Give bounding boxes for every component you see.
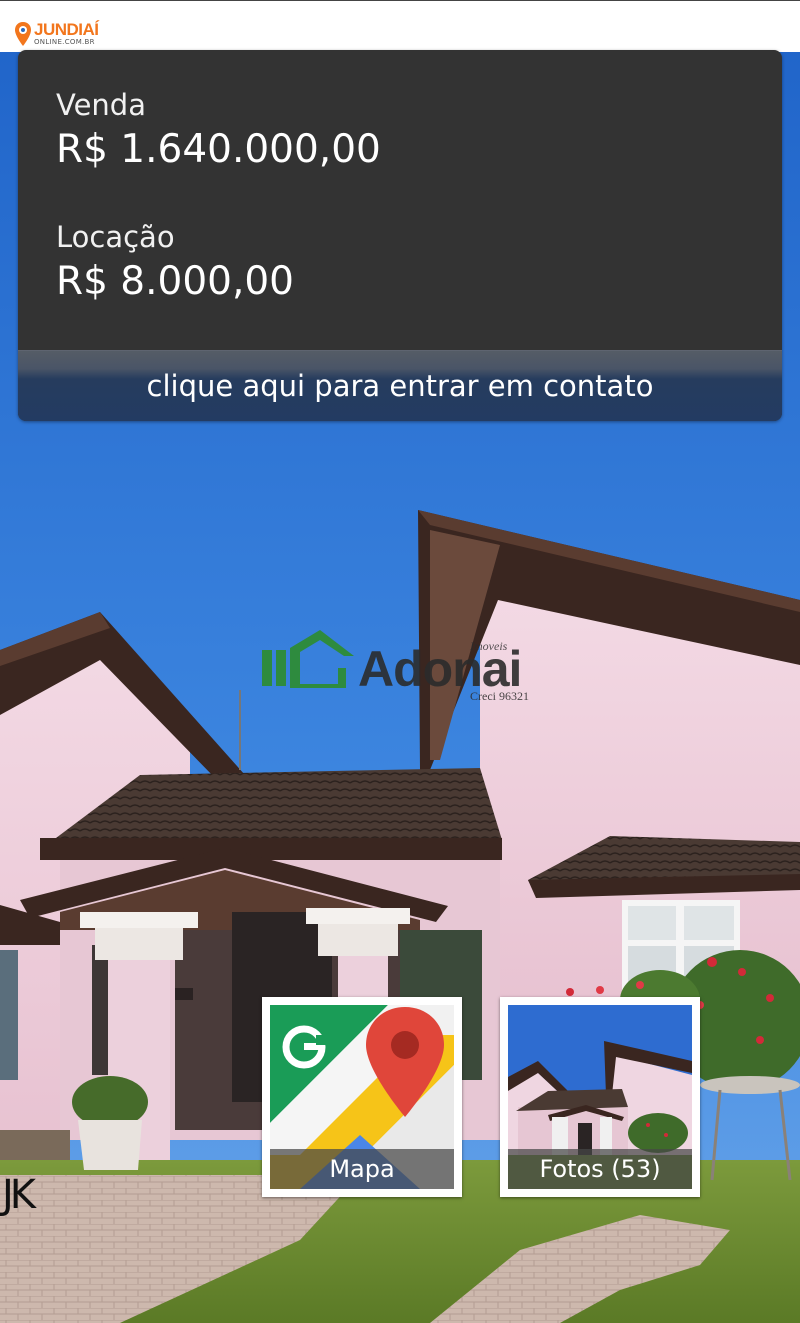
location-pin-icon [15,22,31,46]
agency-watermark: Adonai Imoveis Creci 96321 [262,628,542,708]
watermark-subtitle: Imoveis [469,639,508,653]
map-caption: Mapa [270,1149,454,1189]
sale-label: Venda [56,88,146,122]
contact-label: clique aqui para entrar em contato [146,369,654,403]
site-domain: ONLINE.COM.BR [34,38,95,46]
photos-caption: Fotos (53) [508,1149,692,1189]
contact-button[interactable]: clique aqui para entrar em contato [18,350,782,421]
rent-label: Locação [56,220,175,254]
watermark-creci: Creci 96321 [470,689,529,703]
photos-label: Fotos (53) [539,1155,661,1183]
price-card: Venda R$ 1.640.000,00 Locação R$ 8.000,0… [18,50,782,421]
rent-price: R$ 8.000,00 [56,259,294,304]
rent-price-block: Locação R$ 8.000,00 [56,220,294,304]
sale-price-block: Venda R$ 1.640.000,00 [56,88,381,172]
photos-tile[interactable]: Fotos (53) [500,997,700,1197]
map-label: Mapa [329,1155,395,1183]
top-bar: JUNDIAÍ ONLINE.COM.BR [0,0,800,52]
site-logo[interactable]: JUNDIAÍ ONLINE.COM.BR [14,21,99,47]
house-logo-icon [262,630,354,688]
site-brand: JUNDIAÍ [34,20,99,39]
sale-price: R$ 1.640.000,00 [56,127,381,172]
photographer-signature: JK [2,1172,36,1218]
map-tile[interactable]: Mapa [262,997,462,1197]
